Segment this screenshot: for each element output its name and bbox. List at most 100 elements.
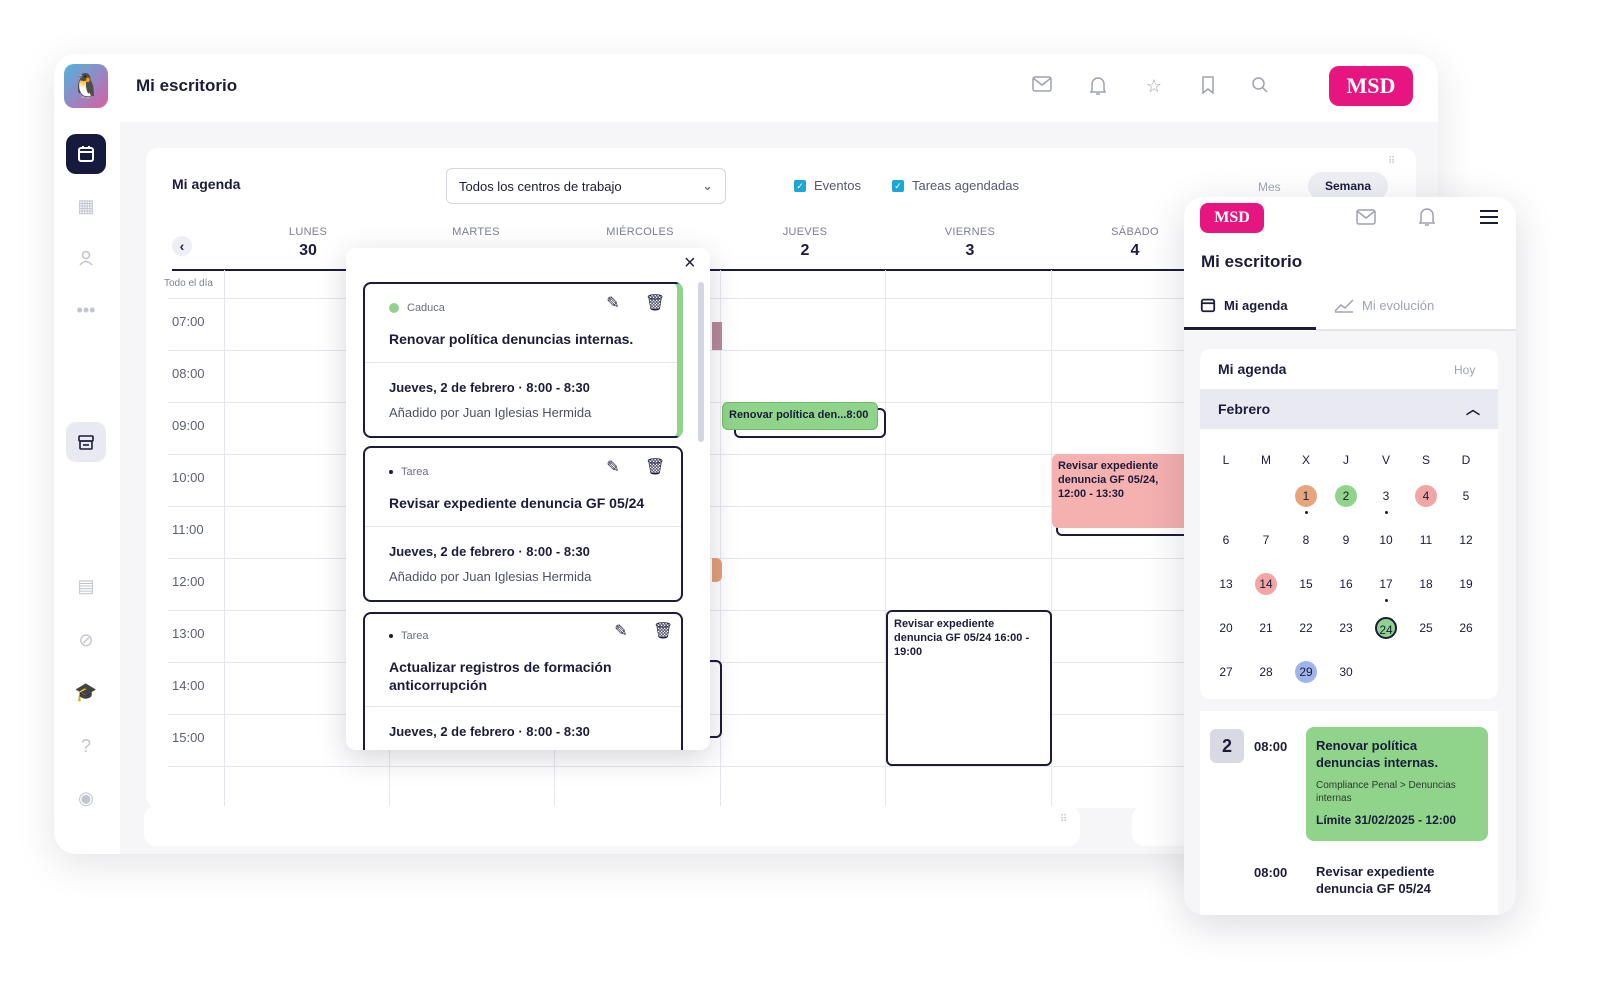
task-card[interactable]: Caduca ✎ 🗑 Renovar política denuncias in… [363, 282, 683, 438]
calendar-day[interactable]: 15 [1295, 573, 1317, 595]
calendar-day[interactable]: 25 [1415, 617, 1437, 639]
task-author: Añadido por Juan Iglesias Hermida [389, 405, 592, 420]
calendar-event[interactable]: Renovar política den...8:00 [722, 402, 878, 430]
secondary-widget: ⠿ [144, 806, 1080, 846]
event-dot [1385, 511, 1388, 514]
calendar-day[interactable]: 1 [1295, 485, 1317, 507]
calendar-day[interactable]: 30 [1335, 661, 1357, 683]
calendar-day[interactable]: 9 [1335, 529, 1357, 551]
view-month-button[interactable]: Mes [1258, 180, 1281, 194]
search-icon[interactable] [1248, 76, 1272, 100]
tasks-filter[interactable]: ✓ Tareas agendadas [892, 178, 1019, 193]
calendar-day[interactable]: 23 [1335, 617, 1357, 639]
hour-label: 15:00 [172, 730, 205, 745]
edit-icon[interactable]: ✎ [603, 294, 623, 314]
workcenter-select[interactable]: Todos los centros de trabajo ⌄ [446, 168, 726, 204]
more-nav-icon[interactable]: ••• [66, 290, 106, 330]
mail-icon[interactable] [1356, 209, 1376, 230]
task-type: Tarea [389, 630, 429, 642]
task-card[interactable]: Tarea ✎ 🗑 Actualizar registros de formac… [363, 612, 683, 750]
tab-agenda[interactable]: Mi agenda [1200, 297, 1288, 313]
calendar-day[interactable]: 7 [1255, 529, 1277, 551]
calendar-day[interactable]: 8 [1295, 529, 1317, 551]
chevron-up-icon[interactable]: ︿ [1466, 399, 1480, 419]
hour-label: 13:00 [172, 626, 205, 641]
task-type: Tarea [389, 466, 429, 478]
calendar-day[interactable]: 29 [1295, 661, 1317, 683]
calendar-day[interactable]: 5 [1455, 485, 1477, 507]
store-nav-icon[interactable] [66, 422, 106, 462]
trash-icon[interactable]: 🗑 [653, 622, 673, 642]
calendar-day[interactable]: 19 [1455, 573, 1477, 595]
calendar-day[interactable]: 20 [1215, 617, 1237, 639]
today-button[interactable]: Hoy [1454, 363, 1475, 377]
agenda-item[interactable]: Renovar política denuncias internas. Com… [1306, 727, 1488, 841]
task-type-label: Tarea [401, 630, 429, 642]
calendar-day[interactable]: 18 [1415, 573, 1437, 595]
edit-icon[interactable]: ✎ [603, 458, 623, 478]
checkbox-checked-icon[interactable]: ✓ [892, 179, 904, 192]
bookmark-icon[interactable] [1196, 76, 1220, 100]
sidebar: 🐧 ▦ ••• ▤ ⊘ 🎓 ? ◉ [54, 54, 120, 854]
bullet-icon [389, 634, 393, 638]
mobile-header: MSD Mi escritorio Mi agenda Mi evolución [1184, 197, 1516, 331]
calendar-day[interactable]: 27 [1215, 661, 1237, 683]
calendar-day[interactable]: 10 [1375, 529, 1397, 551]
menu-icon[interactable] [1480, 209, 1498, 230]
bell-icon[interactable] [1418, 207, 1436, 232]
calendar-day[interactable]: 4 [1415, 485, 1437, 507]
drag-handle-icon[interactable]: ⠿ [1388, 156, 1395, 167]
prev-week-button[interactable]: ‹ [172, 236, 192, 256]
view-week-button[interactable]: Semana [1308, 172, 1388, 200]
profile-nav-icon[interactable]: ◉ [66, 778, 106, 818]
calendar-day[interactable]: 11 [1415, 529, 1437, 551]
drag-handle-icon[interactable]: ⠿ [1060, 814, 1067, 825]
scrollbar[interactable] [698, 282, 704, 442]
calendar-day[interactable]: 13 [1215, 573, 1237, 595]
calendar-day[interactable]: 2 [1335, 485, 1357, 507]
calendar-day[interactable]: 24 [1375, 617, 1397, 639]
calendar-day[interactable]: 14 [1255, 573, 1277, 595]
day-badge: 2 [1210, 729, 1244, 763]
item-limit: Límite 31/02/2025 - 12:00 [1316, 813, 1457, 827]
table-nav-icon[interactable]: ▤ [66, 566, 106, 606]
bell-icon[interactable] [1086, 76, 1110, 100]
trash-icon[interactable]: 🗑 [645, 294, 665, 314]
filter-label: Tareas agendadas [912, 178, 1019, 193]
calendar-day[interactable]: 22 [1295, 617, 1317, 639]
calendar-event[interactable]: Revisar expediente denuncia GF 05/24 16:… [886, 610, 1052, 766]
close-icon[interactable]: × [684, 252, 696, 275]
help-nav-icon[interactable]: ? [66, 726, 106, 766]
events-filter[interactable]: ✓ Eventos [794, 178, 861, 193]
tab-evolucion[interactable]: Mi evolución [1334, 297, 1434, 313]
star-icon[interactable]: ☆ [1142, 76, 1166, 100]
calendar-day[interactable]: 21 [1255, 617, 1277, 639]
trash-icon[interactable]: 🗑 [645, 458, 665, 478]
calendar-nav-icon[interactable] [66, 134, 106, 174]
day-detail: 2 08:00 Renovar política denuncias inter… [1200, 711, 1498, 915]
calendar-day[interactable]: 28 [1255, 661, 1277, 683]
day-header: MARTES [452, 226, 500, 238]
calendar-day[interactable]: 16 [1335, 573, 1357, 595]
calendar-day[interactable]: 17 [1375, 573, 1397, 595]
calendar-day[interactable]: 26 [1455, 617, 1477, 639]
calendar-event[interactable]: Revisar expediente denuncia GF 05/24, 12… [1052, 454, 1192, 528]
calendar-day[interactable]: 6 [1215, 529, 1237, 551]
weekday-label: X [1301, 453, 1310, 467]
edit-icon[interactable]: ✎ [611, 622, 631, 642]
calendar-day[interactable]: 3 [1375, 485, 1397, 507]
month-header[interactable]: Febrero ︿ [1200, 389, 1498, 429]
checkbox-checked-icon[interactable]: ✓ [794, 179, 806, 192]
building-nav-icon[interactable]: ▦ [66, 186, 106, 226]
topbar: Mi escritorio ☆ MSD [120, 54, 1438, 122]
user-nav-icon[interactable] [66, 238, 106, 278]
tab-label: Mi agenda [1224, 297, 1288, 313]
compass-nav-icon[interactable]: ⊘ [66, 620, 106, 660]
graduation-nav-icon[interactable]: 🎓 [66, 672, 106, 712]
calendar-day[interactable]: 12 [1455, 529, 1477, 551]
mail-icon[interactable] [1030, 76, 1054, 100]
calendar-icon [1200, 298, 1216, 313]
app-logo[interactable]: 🐧 [64, 64, 108, 108]
divider [365, 706, 681, 707]
task-card[interactable]: Tarea ✎ 🗑 Revisar expediente denuncia GF… [363, 446, 683, 602]
